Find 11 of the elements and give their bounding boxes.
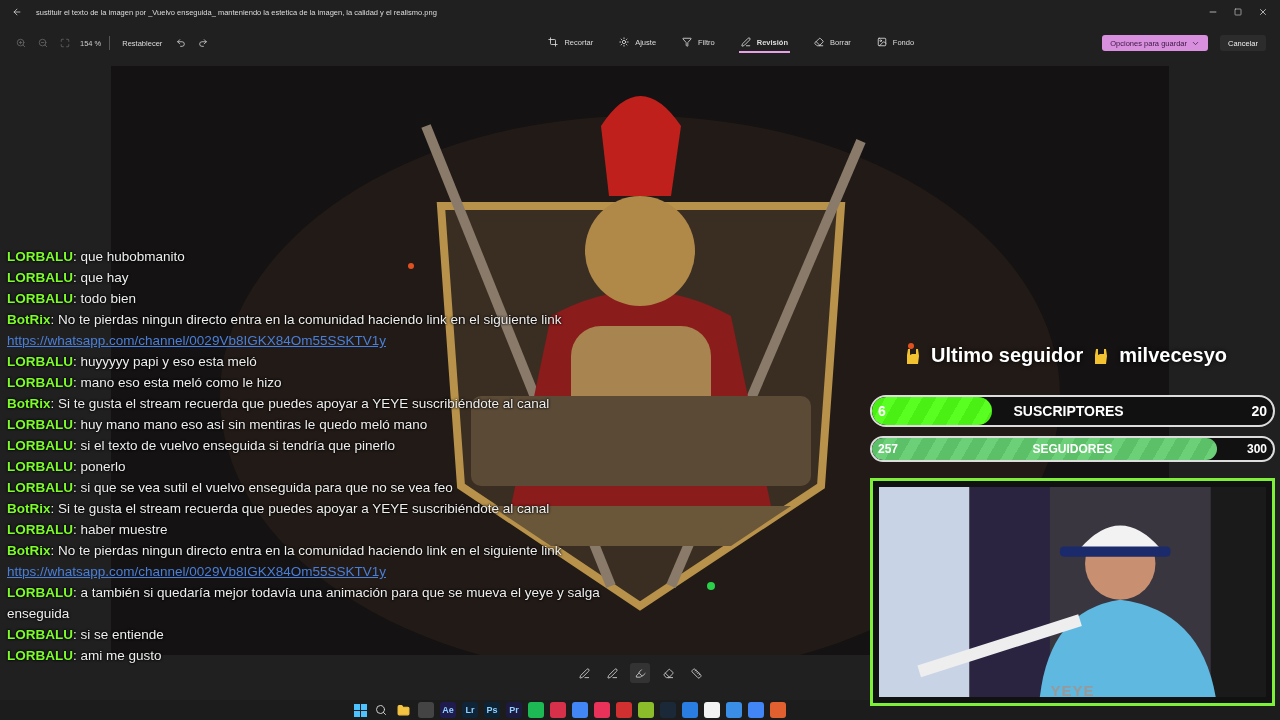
goal-target: 300 xyxy=(1246,442,1267,456)
app-icon[interactable]: Lr xyxy=(462,702,478,718)
app-icon[interactable]: Ps xyxy=(484,702,500,718)
app-icon[interactable]: Ae xyxy=(440,702,456,718)
chat-message: LORBALU: ponerlo xyxy=(7,458,127,476)
app-icon[interactable]: Pr xyxy=(506,702,522,718)
chat-message: LORBALU: todo bien xyxy=(7,290,138,308)
webcam-label: YEYE xyxy=(1050,682,1095,699)
chat-message: LORBALU: que hay xyxy=(7,269,130,287)
goal-target: 20 xyxy=(1251,403,1267,419)
chat-message: LORBALU: ami me gusto xyxy=(7,647,163,665)
